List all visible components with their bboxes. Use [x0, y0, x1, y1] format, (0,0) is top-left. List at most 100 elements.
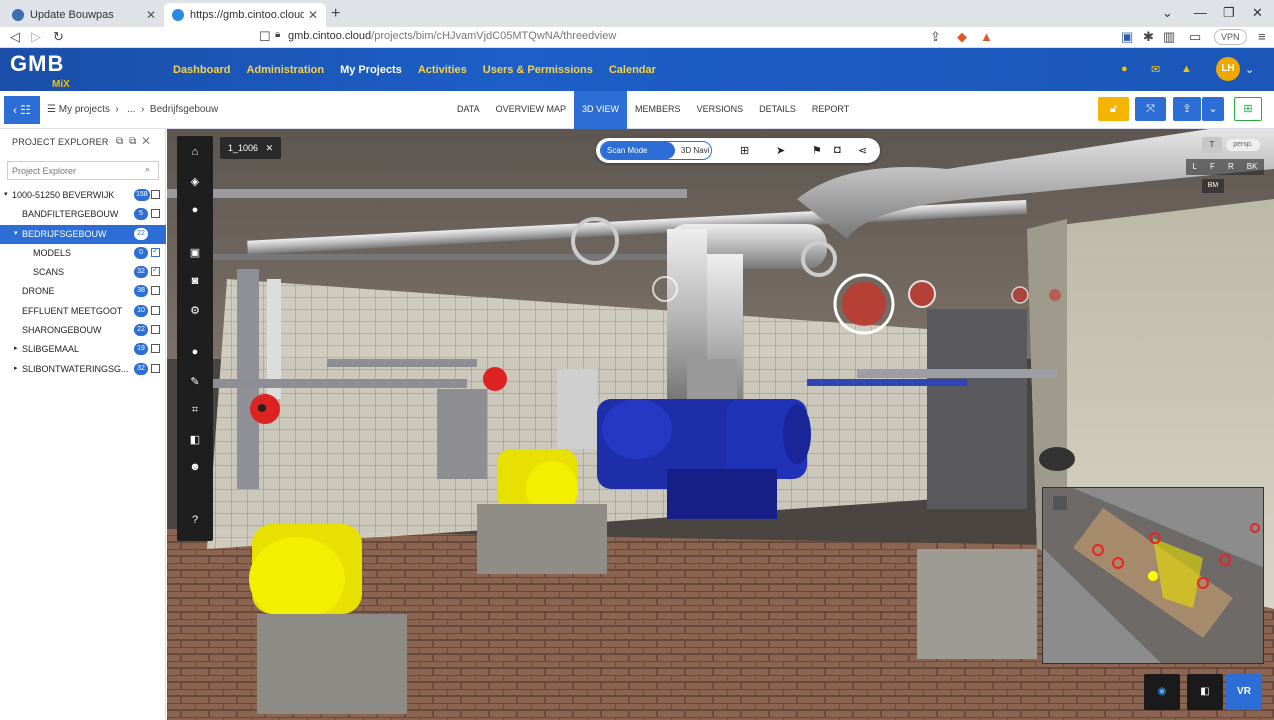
brave-shield-icon[interactable]: ◆	[957, 29, 967, 45]
caret-down-icon[interactable]: ▾	[14, 229, 18, 237]
mail-icon[interactable]: ✉	[1151, 63, 1160, 76]
browser-tab-inactive[interactable]: Update Bouwpas ✕	[4, 3, 164, 27]
view-front[interactable]: F	[1210, 159, 1215, 175]
scan-viewer-button[interactable]: ◉	[1144, 674, 1180, 710]
scan-mode-option[interactable]: Scan Mode	[601, 142, 675, 159]
view-right[interactable]: R	[1228, 159, 1234, 175]
search-icon[interactable]: ⌕	[145, 164, 150, 175]
close-tab-icon[interactable]: ✕	[308, 8, 318, 22]
close-icon[interactable]: ✕	[261, 143, 274, 153]
new-tab-icon[interactable]: +	[331, 5, 340, 23]
tree-item[interactable]: ▸ SLIBGEMAAL 19	[0, 340, 166, 359]
visibility-checkbox[interactable]	[151, 325, 160, 335]
perspective-toggle[interactable]: persp.	[1226, 139, 1260, 151]
bookmark-icon[interactable]: ☐	[259, 29, 271, 45]
menu-icon[interactable]: ≡	[1258, 29, 1266, 44]
cursor-icon[interactable]: ➤	[776, 144, 785, 157]
explorer-search-input[interactable]	[7, 161, 159, 180]
nav-administration[interactable]: Administration	[246, 64, 324, 76]
tree-item[interactable]: SHARONGEBOUW 22	[0, 321, 166, 340]
grid-icon[interactable]: ⊞	[740, 144, 749, 157]
tab-overview-map[interactable]: OVERVIEW MAP	[488, 91, 574, 129]
tab-versions[interactable]: VERSIONS	[689, 91, 752, 129]
home-icon[interactable]: ⌂	[177, 146, 213, 158]
expand-all-icon[interactable]: ⧉	[129, 136, 142, 147]
visibility-checkbox[interactable]	[151, 305, 160, 315]
tree-item[interactable]: EFFLUENT MEETGOOT 10	[0, 302, 166, 321]
nav-activities[interactable]: Activities	[418, 64, 467, 76]
wallet-icon[interactable]: ▭	[1189, 29, 1201, 45]
extension-icon[interactable]: ▣	[1121, 29, 1133, 45]
collapse-all-icon[interactable]: ⧉	[116, 136, 129, 147]
crop-icon[interactable]: ⌗	[177, 404, 213, 417]
upload-dropdown-button[interactable]: ⌄	[1202, 97, 1224, 121]
nav-users-permissions[interactable]: Users & Permissions	[483, 64, 593, 76]
toggle-explorer-button[interactable]: ‹ ☷	[4, 96, 40, 124]
tab-search-icon[interactable]: ⌄	[1162, 5, 1173, 21]
caret-right-icon[interactable]: ▸	[14, 344, 18, 352]
view-bottom[interactable]: BM	[1202, 179, 1224, 193]
info-icon[interactable]: ●	[1121, 63, 1128, 75]
visibility-checkbox[interactable]	[151, 286, 160, 296]
tree-item[interactable]: ▾ BEDRIJFSGEBOUW 22	[0, 224, 166, 244]
view-top[interactable]: T	[1202, 137, 1222, 153]
compare-icon[interactable]: ◧	[177, 433, 213, 446]
tree-item[interactable]: DRONE 38	[0, 282, 166, 301]
app-logo[interactable]: GMB MiX	[10, 53, 70, 91]
layers-icon[interactable]: ◈	[177, 175, 213, 188]
maximize-icon[interactable]: ❐	[1223, 5, 1235, 21]
minimize-icon[interactable]: —	[1194, 5, 1207, 20]
back-icon[interactable]: ◁	[10, 29, 20, 45]
reload-icon[interactable]: ↻	[53, 29, 64, 45]
sphere-icon[interactable]: ●	[177, 204, 213, 216]
pin-icon[interactable]: ●	[177, 346, 213, 358]
3d-viewport[interactable]: ◉ ◧ VR	[167, 129, 1274, 720]
visibility-checkbox[interactable]	[151, 344, 160, 354]
caret-right-icon[interactable]: ▸	[14, 364, 18, 372]
help-icon[interactable]: ?	[177, 514, 213, 526]
mode-toggle[interactable]: Scan Mode 3D Navi	[600, 141, 712, 160]
chevron-down-icon[interactable]: ⌄	[1245, 63, 1254, 76]
3d-navi-option[interactable]: 3D Navi	[681, 142, 709, 159]
split-view-button[interactable]: ◧	[1187, 674, 1223, 710]
share-icon[interactable]: ⇪	[930, 29, 941, 45]
tab-details[interactable]: DETAILS	[751, 91, 804, 129]
visibility-checkbox[interactable]	[151, 265, 160, 277]
add-button[interactable]: ⊞	[1234, 97, 1262, 121]
visibility-checkbox[interactable]	[151, 190, 160, 199]
tab-data[interactable]: DATA	[449, 91, 488, 129]
flag-icon[interactable]: ⚑	[812, 144, 822, 157]
close-tab-icon[interactable]: ✕	[146, 8, 156, 22]
vpn-button[interactable]: VPN	[1214, 29, 1247, 45]
visibility-checkbox[interactable]	[151, 246, 160, 257]
close-icon[interactable]: ✕	[142, 136, 156, 147]
vr-button[interactable]: VR	[1226, 674, 1262, 710]
minimap-plan[interactable]	[1043, 488, 1264, 664]
close-window-icon[interactable]: ✕	[1252, 5, 1263, 21]
measure-icon[interactable]: ✎	[177, 375, 213, 388]
minimap[interactable]	[1042, 487, 1264, 664]
camera-icon[interactable]: ◘	[834, 144, 841, 156]
share-icon[interactable]: ⋖	[858, 144, 867, 157]
panorama-icon[interactable]: ▣	[177, 246, 213, 259]
extensions-puzzle-icon[interactable]: ✱	[1143, 29, 1154, 45]
forward-icon[interactable]: ▷	[31, 29, 41, 45]
lock-button[interactable]: 🔓︎	[1098, 97, 1129, 121]
gear-icon[interactable]: ⚙	[177, 304, 213, 317]
avatar[interactable]: LH	[1216, 57, 1240, 81]
tab-report[interactable]: REPORT	[804, 91, 857, 129]
nav-dashboard[interactable]: Dashboard	[173, 64, 230, 76]
tree-item[interactable]: SCANS 32	[0, 263, 166, 282]
bell-icon[interactable]: ▲	[1181, 63, 1192, 75]
nav-my-projects[interactable]: My Projects	[340, 64, 402, 76]
tree-item[interactable]: MODELS 0	[0, 244, 166, 263]
nav-calendar[interactable]: Calendar	[609, 64, 656, 76]
breadcrumb-my-projects[interactable]: My projects	[59, 104, 110, 115]
user-icon[interactable]: ☻	[177, 461, 213, 473]
view-left[interactable]: L	[1193, 159, 1197, 175]
share-view-button[interactable]: ⤧	[1135, 97, 1166, 121]
sidebar-toggle-icon[interactable]: ▥	[1163, 29, 1175, 45]
tab-members[interactable]: MEMBERS	[627, 91, 689, 129]
brave-rewards-icon[interactable]: ▲	[980, 29, 993, 44]
url-field[interactable]: gmb.cintoo.cloud/projects/bim/cHJvamVjdC…	[288, 30, 616, 42]
